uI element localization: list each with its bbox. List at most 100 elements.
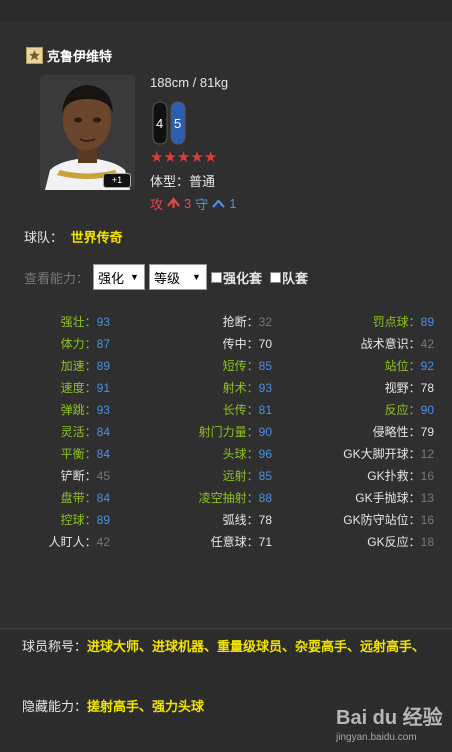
attribute-row: 反应：90 — [310, 399, 434, 421]
dropdown-arrow-icon: ▼ — [130, 272, 139, 282]
attribute-name: 任意球： — [210, 535, 259, 549]
attribute-name: 反应： — [384, 403, 421, 417]
hidden-abilities: 隐藏能力：搓射高手、强力头球 — [22, 696, 204, 715]
attribute-name: 加速： — [60, 359, 97, 373]
enhance-set-checkbox[interactable]: 强化套 — [211, 268, 262, 287]
attribute-row: 人盯人：42 — [30, 531, 110, 553]
attribute-name: 凌空抽射： — [198, 491, 259, 505]
attribute-row: 站位：92 — [310, 355, 434, 377]
attribute-name: 强壮： — [60, 315, 97, 329]
attribute-row: 盘带：84 — [30, 487, 110, 509]
attribute-row: 侵略性：79 — [310, 421, 434, 443]
attribute-row: 灵活：84 — [30, 421, 110, 443]
attribute-name: GK反应： — [367, 535, 421, 549]
attribute-row: 加速：89 — [30, 355, 110, 377]
attribute-value: 42 — [96, 535, 110, 549]
attribute-row: 头球：96 — [180, 443, 272, 465]
dropdown-arrow-icon: ▼ — [192, 272, 201, 282]
player-title: 克鲁伊维特 — [26, 46, 112, 64]
attribute-name: 射术： — [222, 381, 259, 395]
team-row: 球队： 世界传奇 — [24, 227, 123, 246]
attribute-name: 抢断： — [222, 315, 259, 329]
attribute-name: 灵活： — [60, 425, 97, 439]
attribute-name: 站位： — [384, 359, 421, 373]
attribute-value: 84 — [96, 491, 110, 505]
attribute-value: 90 — [420, 403, 434, 417]
attribute-name: 侵略性： — [372, 425, 421, 439]
attribute-value: 32 — [258, 315, 272, 329]
attribute-value: 45 — [96, 469, 110, 483]
attribute-value: 88 — [258, 491, 272, 505]
attribute-value: 78 — [420, 381, 434, 395]
attribute-row: 铲断：45 — [30, 465, 110, 487]
team-label: 球队： — [24, 230, 64, 245]
attribute-value: 92 — [420, 359, 434, 373]
up-arrow-icon — [167, 196, 180, 211]
star-icon: ★ — [203, 149, 218, 166]
enhance-set-label: 强化套 — [223, 270, 263, 286]
attribute-value: 18 — [420, 535, 434, 549]
attribute-name: 弧线： — [222, 513, 259, 527]
defense-label: 守 — [195, 197, 209, 212]
enhance-select-value: 强化 — [98, 270, 125, 286]
checkbox-box[interactable] — [211, 271, 223, 283]
star-icon: ★ — [176, 149, 191, 166]
attribute-name: GK大脚开球： — [343, 447, 421, 461]
attribute-name: 控球： — [60, 513, 97, 527]
attribute-row: 弹跳：93 — [30, 399, 110, 421]
attribute-value: 84 — [96, 425, 110, 439]
section-divider — [0, 628, 452, 629]
attribute-value: 12 — [420, 447, 434, 461]
attribute-value: 70 — [258, 337, 272, 351]
checkbox-box[interactable] — [270, 271, 282, 283]
attribute-row: 传中：70 — [180, 333, 272, 355]
attribute-row: GK防守站位：16 — [310, 509, 434, 531]
attribute-value: 96 — [258, 447, 272, 461]
attack-label: 攻 — [150, 197, 164, 212]
attribute-row: 罚点球：89 — [310, 311, 434, 333]
team-value: 世界传奇 — [70, 230, 123, 245]
attribute-name: GK手抛球： — [355, 491, 421, 505]
body-type: 体型：普通 — [150, 174, 216, 189]
enhance-select[interactable]: 强化 ▼ — [93, 264, 146, 290]
attribute-value: 93 — [96, 403, 110, 417]
level-select[interactable]: 等级 ▼ — [149, 264, 208, 290]
right-foot-value: 5 — [174, 116, 182, 131]
attribute-value: 89 — [420, 315, 434, 329]
attribute-row: 射术：93 — [180, 377, 272, 399]
attribute-name: 罚点球： — [372, 315, 421, 329]
attribute-name: GK扑救： — [367, 469, 421, 483]
attribute-value: 87 — [96, 337, 110, 351]
attribute-row: 射门力量：90 — [180, 421, 272, 443]
watermark-logo: Bai du 经验 — [336, 707, 443, 729]
filter-label: 查看能力： — [24, 270, 90, 286]
attribute-value: 89 — [96, 513, 110, 527]
foot-preference: 4 5 — [150, 100, 190, 146]
level-select-value: 等级 — [154, 270, 181, 286]
attribute-column-3: 罚点球：89 战术意识：42 站位：92 视野：78 反应：90 侵略性：79 GK大脚开球… — [310, 311, 434, 553]
player-name: 克鲁伊维特 — [47, 48, 113, 64]
attribute-value: 78 — [258, 513, 272, 527]
attribute-row: 远射：85 — [180, 465, 272, 487]
attribute-row: GK反应：18 — [310, 531, 434, 553]
attribute-row: 任意球：71 — [180, 531, 272, 553]
attribute-row: 控球：89 — [30, 509, 110, 531]
attribute-name: 短传： — [222, 359, 259, 373]
attribute-name: 长传： — [222, 403, 259, 417]
attribute-value: 71 — [258, 535, 272, 549]
attribute-name: 人盯人： — [48, 535, 97, 549]
attribute-row: 体力：87 — [30, 333, 110, 355]
attribute-row: GK扑救：16 — [310, 465, 434, 487]
traits-value: 进球大师、进球机器、重量级球员、杂耍高手、远射高手、 — [87, 639, 426, 654]
work-rate: 攻 3 守 1 — [150, 194, 237, 213]
attribute-value: 89 — [96, 359, 110, 373]
attribute-row: 平衡：84 — [30, 443, 110, 465]
team-set-checkbox[interactable]: 队套 — [270, 268, 308, 287]
attribute-row: 抢断：32 — [180, 311, 272, 333]
attribute-value: 91 — [96, 381, 110, 395]
attribute-name: 视野： — [384, 381, 421, 395]
attribute-name: 铲断： — [60, 469, 97, 483]
attribute-name: 头球： — [222, 447, 259, 461]
attribute-name: 弹跳： — [60, 403, 97, 417]
attribute-name: 战术意识： — [360, 337, 421, 351]
